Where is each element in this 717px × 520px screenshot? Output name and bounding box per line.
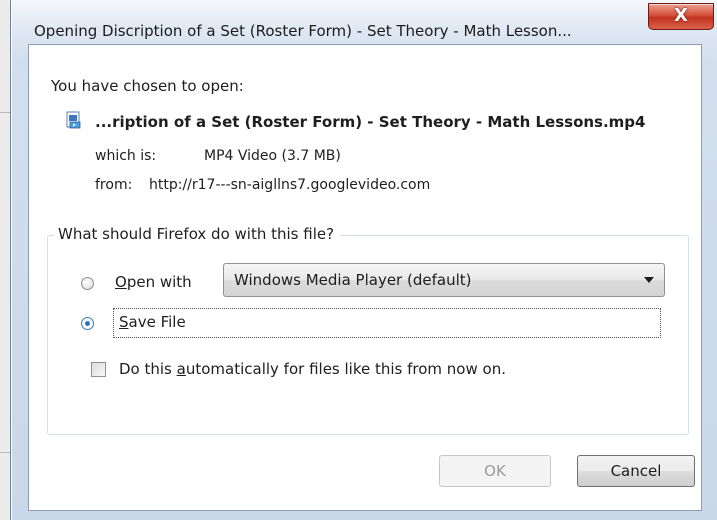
file-name: ...ription of a Set (Roster Form) - Set … [95, 113, 646, 131]
auto-action-accel: a [176, 360, 186, 378]
source-label: from: [95, 177, 133, 193]
cancel-button[interactable]: Cancel [577, 455, 695, 487]
auto-action-label[interactable]: Do this automatically for files like thi… [119, 360, 506, 378]
background-divider [0, 452, 10, 453]
open-with-text: pen with [126, 273, 192, 291]
save-file-radio[interactable] [81, 317, 94, 330]
open-prompt: You have chosen to open: [51, 77, 244, 95]
background-divider [0, 112, 10, 113]
close-icon: X [674, 5, 688, 26]
open-with-radio[interactable] [81, 277, 94, 290]
video-file-icon [66, 111, 81, 129]
window-title: Opening Discription of a Set (Roster For… [34, 22, 572, 40]
action-groupbox-title: What should Firefox do with this file? [54, 225, 341, 243]
dialog-content: You have chosen to open: ...ription of a… [28, 44, 702, 511]
chevron-down-icon [644, 277, 654, 283]
save-file-text: ave File [128, 313, 186, 331]
application-select[interactable]: Windows Media Player (default) [223, 263, 665, 297]
titlebar: Opening Discription of a Set (Roster For… [10, 0, 717, 40]
ok-button[interactable]: OK [439, 455, 551, 487]
auto-action-checkbox[interactable] [91, 362, 106, 377]
auto-action-text-after: utomatically for files like this from no… [185, 360, 506, 378]
open-with-label[interactable]: Open with [115, 273, 192, 291]
close-button[interactable]: X [648, 3, 714, 30]
open-with-accel: O [115, 273, 127, 291]
background-window-edge [0, 0, 10, 520]
auto-action-text-before: Do this [119, 360, 177, 378]
file-type-value: MP4 Video (3.7 MB) [204, 148, 341, 164]
save-file-label[interactable]: Save File [119, 313, 186, 331]
source-url: http://r17---sn-aigllns7.googlevideo.com [149, 177, 431, 193]
file-type-label: which is: [95, 148, 157, 164]
save-file-accel: S [119, 313, 129, 331]
focus-indicator [113, 308, 661, 338]
application-select-value: Windows Media Player (default) [234, 271, 472, 289]
